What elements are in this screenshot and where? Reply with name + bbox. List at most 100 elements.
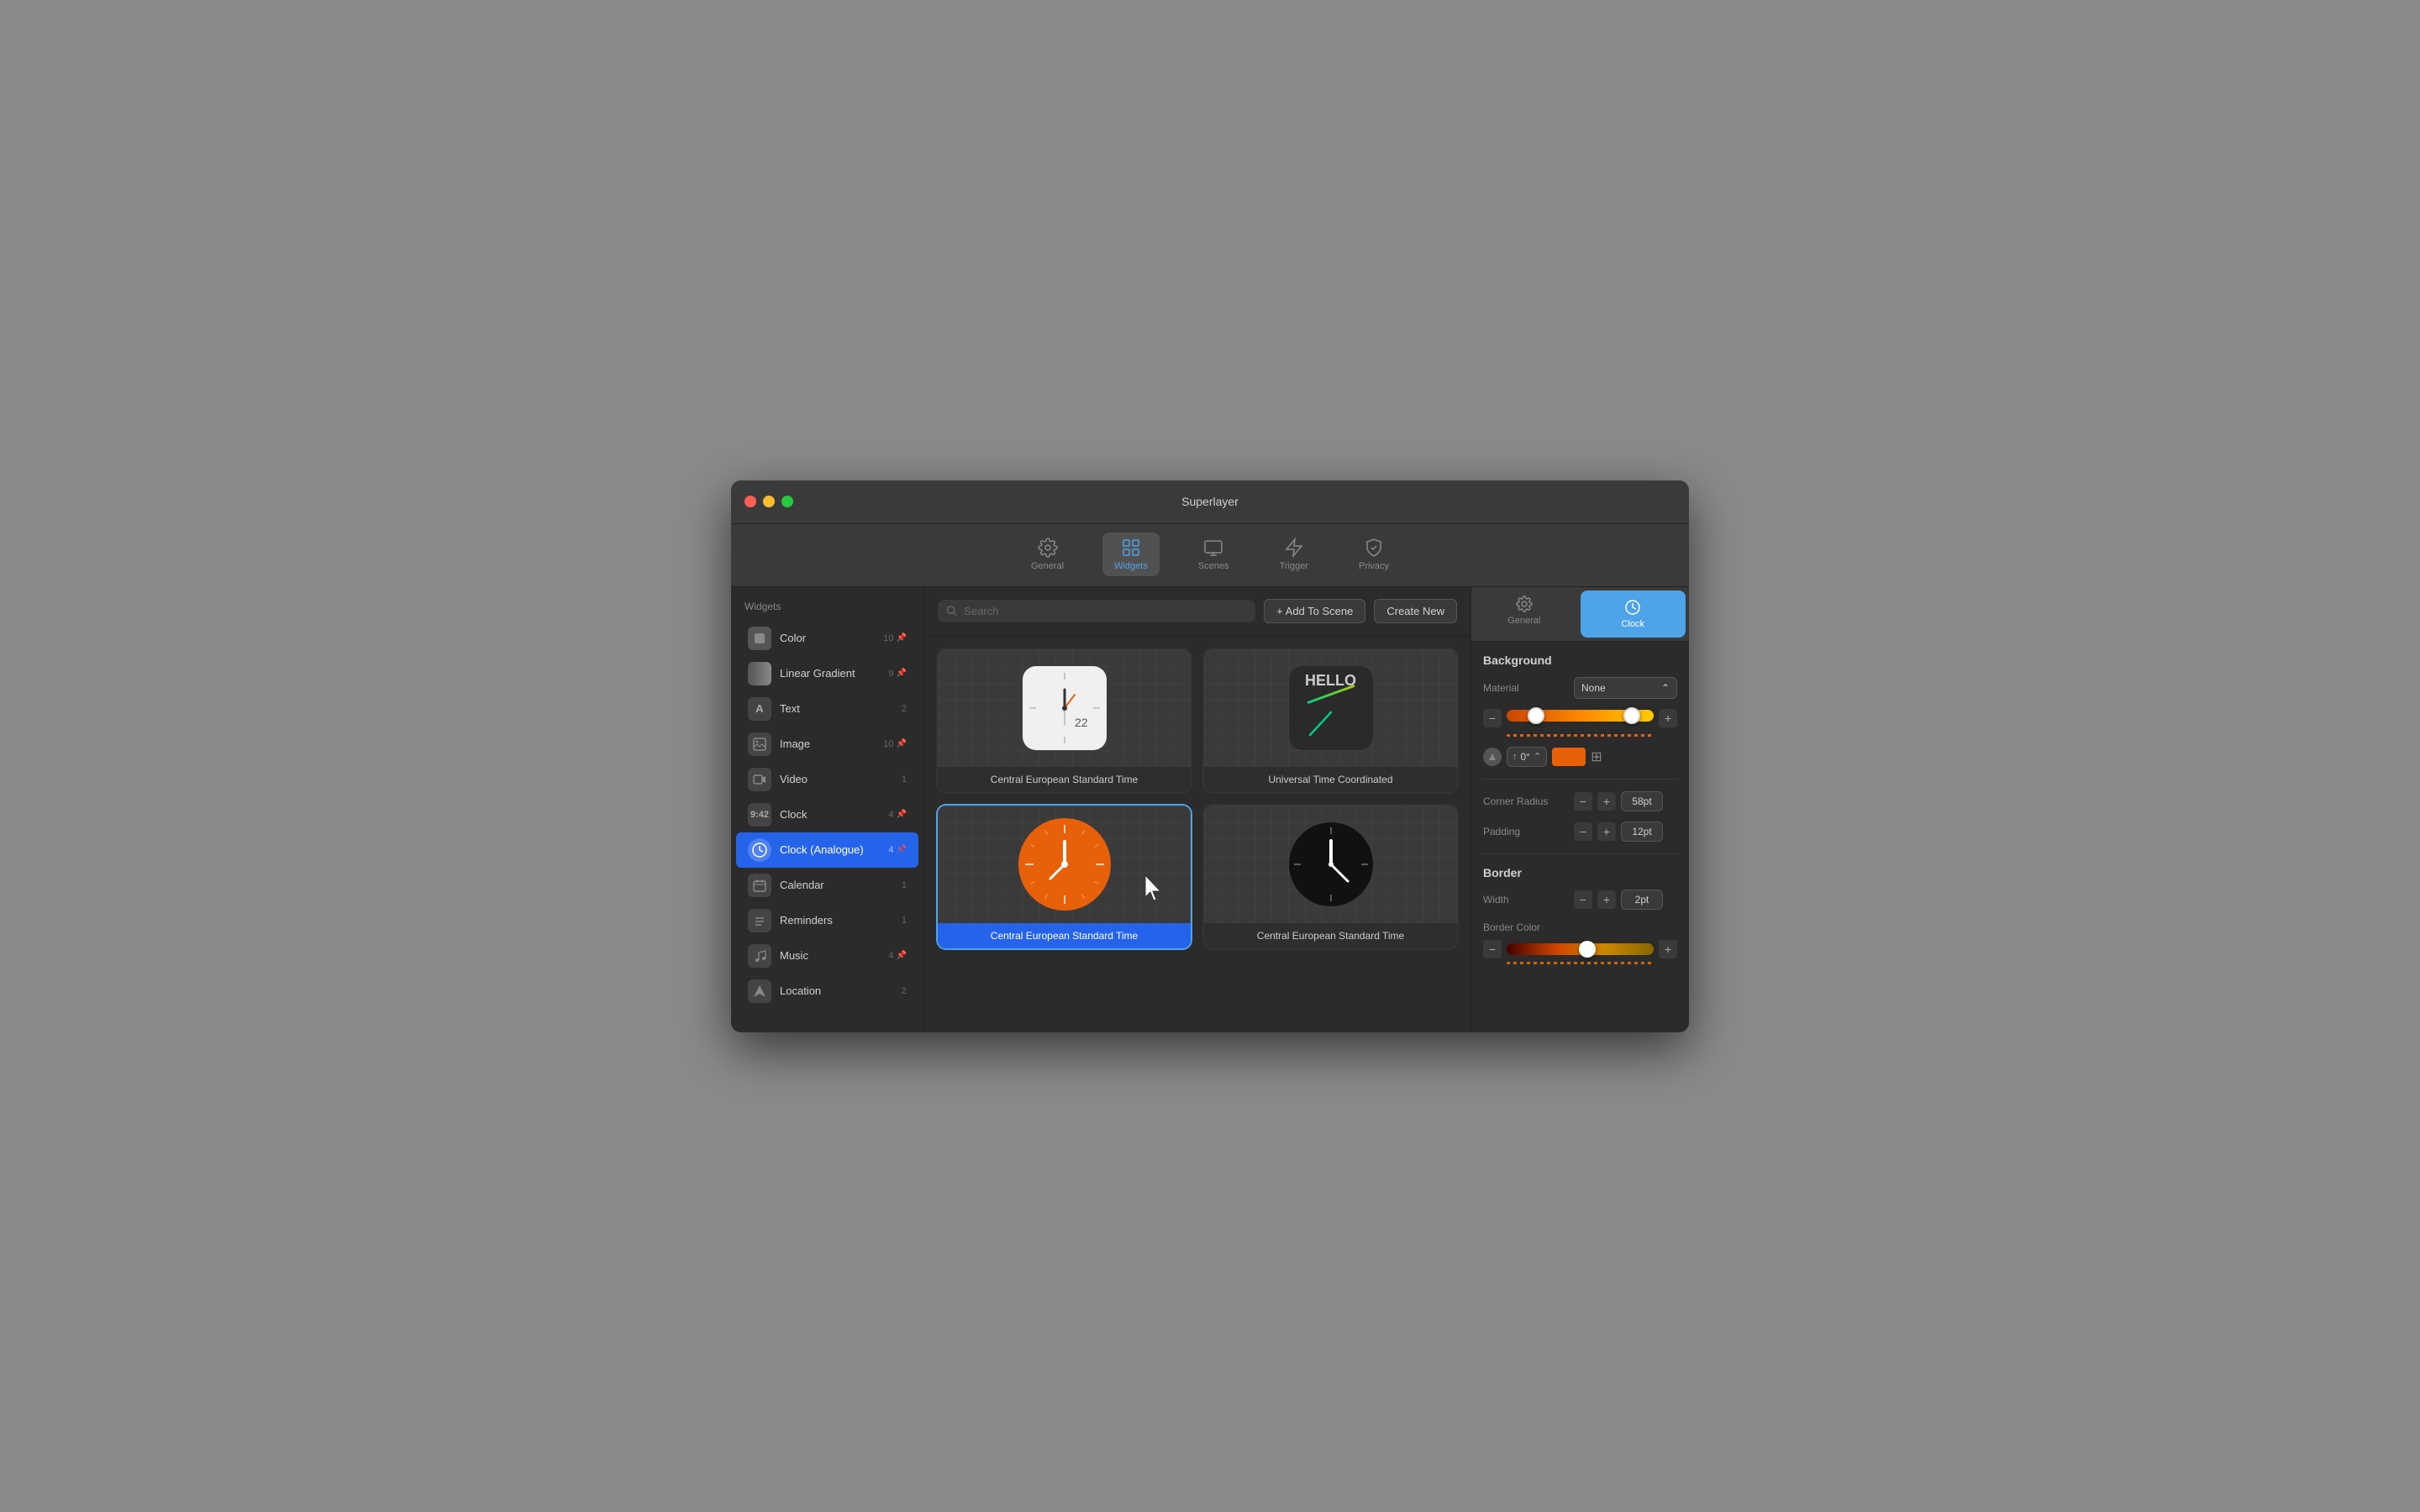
music-count: 4 📌 <box>888 951 907 961</box>
calendar-icon <box>748 874 771 897</box>
padding-value: 12pt <box>1621 822 1663 842</box>
widget-preview-3 <box>938 806 1191 923</box>
music-label: Music <box>780 949 888 962</box>
tab-general[interactable]: General <box>1471 587 1577 641</box>
sidebar: Widgets Color 10 📌 Linear Gradient 9 <box>731 587 924 1032</box>
sidebar-item-clock[interactable]: 9:42 Clock 4 📌 <box>736 797 918 832</box>
clock-analogue-label: Clock (Analogue) <box>780 843 888 856</box>
bg-color-plus[interactable]: + <box>1659 709 1677 727</box>
divider-1 <box>1483 779 1677 780</box>
bg-color-thumb-left[interactable] <box>1528 707 1544 724</box>
widget-card-4[interactable]: Central European Standard Time <box>1202 804 1459 950</box>
app-window: Superlayer General Widgets <box>731 480 1689 1032</box>
toolbar-item-trigger[interactable]: Trigger <box>1268 533 1320 576</box>
border-color-controls: − + <box>1483 940 1677 958</box>
toolbar-item-general[interactable]: General <box>1019 533 1076 576</box>
hello-card: HELLO <box>1289 666 1373 750</box>
titlebar: Superlayer <box>731 480 1689 524</box>
sidebar-item-text[interactable]: A Text 2 <box>736 691 918 727</box>
widget-card-3[interactable]: Central European Standard Time <box>936 804 1192 950</box>
music-icon <box>748 944 771 968</box>
clock-label: Clock <box>780 808 888 821</box>
search-icon <box>946 605 957 617</box>
border-color-label-row: Border Color <box>1483 920 1677 935</box>
clock-face-orange <box>1018 818 1111 911</box>
clock-analogue-count: 4 📌 <box>888 845 907 855</box>
gear-icon <box>1038 538 1058 558</box>
toolbar-privacy-label: Privacy <box>1359 561 1389 571</box>
corner-radius-plus[interactable]: + <box>1597 792 1616 811</box>
sidebar-item-image[interactable]: Image 10 📌 <box>736 727 918 762</box>
calendar-count: 1 <box>902 880 907 890</box>
image-count: 10 📌 <box>883 739 907 749</box>
location-icon <box>748 979 771 1003</box>
clock-count: 4 📌 <box>888 810 907 820</box>
text-icon: A <box>748 697 771 721</box>
image-label: Image <box>780 738 883 750</box>
search-input[interactable] <box>964 605 1247 617</box>
border-width-plus[interactable]: + <box>1597 890 1616 909</box>
create-new-button[interactable]: Create New <box>1374 599 1457 623</box>
scenes-icon <box>1203 538 1223 558</box>
widgets-icon <box>1121 538 1141 558</box>
tab-clock[interactable]: Clock <box>1581 591 1686 638</box>
maximize-button[interactable] <box>781 496 793 507</box>
sidebar-item-clock-analogue[interactable]: Clock (Analogue) 4 📌 <box>736 832 918 868</box>
search-wrap[interactable] <box>938 600 1255 622</box>
border-section-title: Border <box>1483 866 1677 879</box>
center-panel: + Add To Scene Create New <box>924 587 1470 1032</box>
padding-minus[interactable]: − <box>1574 822 1592 841</box>
sidebar-item-location[interactable]: Location 2 <box>736 974 918 1009</box>
sidebar-item-music[interactable]: Music 4 📌 <box>736 938 918 974</box>
traffic-lights <box>744 496 793 507</box>
background-section-title: Background <box>1483 654 1677 667</box>
grid-view-icon[interactable]: ⊞ <box>1591 748 1602 765</box>
widget-preview-2: HELLO <box>1204 649 1457 767</box>
clock-face-light: 22 <box>1023 666 1107 750</box>
right-panel-content: Background Material None ⌃ − <box>1471 642 1689 1032</box>
add-to-scene-button[interactable]: + Add To Scene <box>1264 599 1365 623</box>
padding-plus[interactable]: + <box>1597 822 1616 841</box>
sidebar-item-reminders[interactable]: Reminders 1 <box>736 903 918 938</box>
widget-label-3: Central European Standard Time <box>938 923 1191 948</box>
tab-general-label: General <box>1507 616 1540 626</box>
toolbar-item-widgets[interactable]: Widgets <box>1102 533 1160 576</box>
widget-label-4: Central European Standard Time <box>1204 923 1457 948</box>
close-button[interactable] <box>744 496 756 507</box>
color-preview-swatch[interactable] <box>1552 748 1586 766</box>
reminders-count: 1 <box>902 916 907 926</box>
toolbar-item-privacy[interactable]: Privacy <box>1347 533 1401 576</box>
toolbar-item-scenes[interactable]: Scenes <box>1186 533 1241 576</box>
border-color-thumb[interactable] <box>1579 941 1596 958</box>
bg-color-thumb-right[interactable] <box>1623 707 1640 724</box>
material-select[interactable]: None ⌃ <box>1574 677 1677 699</box>
angle-value: 0° <box>1521 751 1530 763</box>
border-gradient-dots <box>1507 962 1654 964</box>
border-width-row: Width − + 2pt <box>1483 890 1677 910</box>
widget-preview-4 <box>1204 806 1457 923</box>
right-panel: General Clock Background Material <box>1470 587 1689 1032</box>
bg-color-minus[interactable]: − <box>1483 709 1502 727</box>
border-color-plus[interactable]: + <box>1659 940 1677 958</box>
sidebar-item-color[interactable]: Color 10 📌 <box>736 621 918 656</box>
corner-radius-row: Corner Radius − + 58pt <box>1483 791 1677 811</box>
location-label: Location <box>780 984 902 997</box>
border-width-stepper: − + 2pt <box>1574 890 1663 910</box>
sidebar-item-linear-gradient[interactable]: Linear Gradient 9 📌 <box>736 656 918 691</box>
border-color-slider[interactable] <box>1507 943 1654 955</box>
corner-radius-value: 58pt <box>1621 791 1663 811</box>
widget-card-2[interactable]: HELLO Universal Time Coordinated <box>1202 648 1459 794</box>
sidebar-item-video[interactable]: Video 1 <box>736 762 918 797</box>
minimize-button[interactable] <box>763 496 775 507</box>
color-count: 10 📌 <box>883 633 907 643</box>
widget-card-1[interactable]: 22 Central European Standard Time <box>936 648 1192 794</box>
eyedropper-icon[interactable] <box>1483 748 1502 766</box>
border-width-minus[interactable]: − <box>1574 890 1592 909</box>
widget-label-2: Universal Time Coordinated <box>1204 767 1457 792</box>
sidebar-item-calendar[interactable]: Calendar 1 <box>736 868 918 903</box>
border-color-minus[interactable]: − <box>1483 940 1502 958</box>
trigger-icon <box>1284 538 1304 558</box>
corner-radius-minus[interactable]: − <box>1574 792 1592 811</box>
bg-color-slider[interactable] <box>1507 710 1654 722</box>
angle-input[interactable]: ↑ 0° ⌃ <box>1507 747 1547 767</box>
